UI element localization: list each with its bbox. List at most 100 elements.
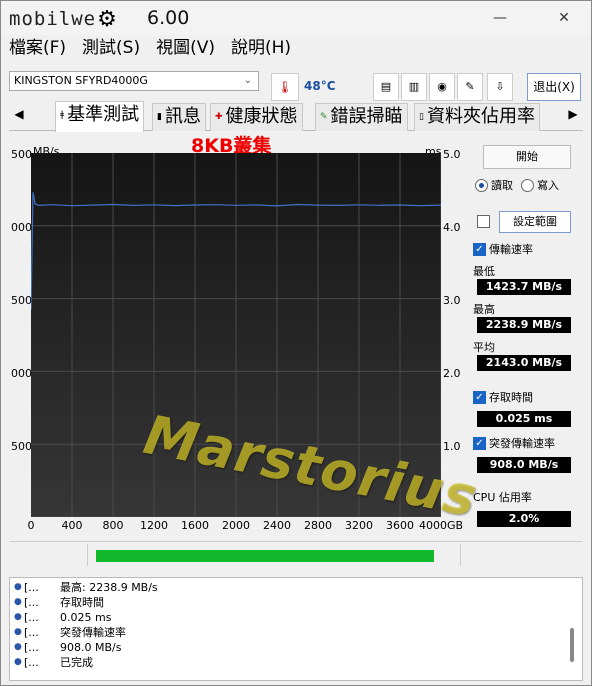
min-label: 最低 [473,265,495,278]
avg-label: 平均 [473,341,495,354]
tab-strip: ◀ ǂ 基準測試 ▮ 訊息 ✚ 健康狀態 ✎ 錯誤掃瞄 ▯ 資料夾佔用率 ▶ [9,101,583,132]
scan-icon: ✎ [320,112,328,122]
menu-file[interactable]: 檔案(F) [9,35,66,61]
y-left-tick-2: 500 [11,294,32,307]
chevron-down-icon: ⌄ [243,75,252,86]
burst-rate-label: 突發傳輸速率 [489,437,555,450]
range-checkbox[interactable] [477,215,490,228]
log-text: 0.025 ms [60,611,112,624]
write-radio[interactable] [521,178,534,192]
tab-error-scan[interactable]: ✎ 錯誤掃瞄 [315,103,408,131]
tab-scroll-left-icon[interactable]: ◀ [11,107,27,121]
log-timestamp: [... [24,581,39,594]
progress-area [9,541,583,567]
burst-rate-option[interactable]: ✓ 突發傳輸速率 [473,435,555,451]
y-left-tick-3: 000 [11,367,32,380]
checkmark-icon: ✓ [473,242,486,256]
log-timestamp: [... [24,611,39,624]
y-right-tick-0: 5.0 [443,148,461,161]
y-left-tick-0: 500 [11,148,32,161]
download-icon[interactable]: ⇩ [487,73,513,101]
thermometer-icon: 🌡 [271,73,299,101]
bullet-icon: ● [14,642,22,652]
tab-health[interactable]: ✚ 健康狀態 [210,103,303,131]
burst-rate-value: 908.0 MB/s [477,457,571,473]
transfer-rate-option[interactable]: ✓ 傳輸速率 [473,241,533,257]
folder-icon: ▯ [419,112,424,122]
read-write-options: 讀取 寫入 [475,177,559,193]
cpu-usage-label: CPU 佔用率 [473,491,532,504]
save-icon[interactable]: ✎ [457,73,483,101]
menu-bar: 檔案(F) 測試(S) 視圖(V) 說明(H) [1,35,591,61]
x-tick-label: 800 [102,519,124,532]
log-text: 已完成 [60,656,93,669]
y-left-tick-4: 500 [11,440,32,453]
x-tick-label: 1600 [181,519,209,532]
progress-track [87,544,461,566]
max-label: 最高 [473,303,495,316]
log-timestamp: [... [24,626,39,639]
log-text: 最高: 2238.9 MB/s [60,581,158,594]
tab-info[interactable]: ▮ 訊息 [152,103,206,131]
health-icon: ✚ [215,112,223,122]
progress-bar [96,550,435,562]
exit-button[interactable]: 退出(X) [527,73,581,101]
start-button[interactable]: 開始 [483,145,571,169]
tab-scroll-right-icon[interactable]: ▶ [565,107,581,121]
tab-folder-usage[interactable]: ▯ 資料夾佔用率 [414,103,540,131]
x-tick-label: 2400 [263,519,291,532]
log-text: 存取時間 [60,596,104,609]
menu-help[interactable]: 說明(H) [231,35,291,61]
copy-text-icon[interactable]: ▤ [373,73,399,101]
copy-info-icon[interactable]: ▥ [401,73,427,101]
menu-test[interactable]: 測試(S) [82,35,140,61]
drive-select-value: KINGSTON SFYRD4000G [14,74,148,87]
log-row: ● [... 908.0 MB/s [14,640,121,655]
benchmark-icon: ǂ [60,110,65,120]
log-row: ● [... 最高: 2238.9 MB/s [14,580,158,595]
window-title: 6.00 [147,7,190,29]
temperature-value: 48°C [304,79,336,93]
log-row: ● [... 存取時間 [14,595,104,610]
log-list[interactable]: ● [... 最高: 2238.9 MB/s ● [... 存取時間 ● [... 0.025 … [9,577,583,681]
x-tick-label: 0 [27,519,35,532]
app-logo: mobilwe ⚙ [9,6,117,32]
log-row: ● [... 突發傳輸速率 [14,625,126,640]
read-radio[interactable] [475,178,488,192]
title-bar: mobilwe ⚙ 6.00 — ✕ [1,1,591,35]
x-tick-label: 2800 [304,519,332,532]
menu-view[interactable]: 視圖(V) [156,35,215,61]
bullet-icon: ● [14,612,22,622]
tab-benchmark[interactable]: ǂ 基準測試 [55,101,145,132]
checkmark-icon: ✓ [473,436,486,450]
x-tick-label: 1200 [140,519,168,532]
x-tick-label: 2000 [222,519,250,532]
log-scrollbar[interactable] [570,628,574,662]
app-window: mobilwe ⚙ 6.00 — ✕ 檔案(F) 測試(S) 視圖(V) 說明(… [0,0,592,686]
write-label: 寫入 [537,179,559,192]
close-button[interactable]: ✕ [541,5,587,31]
max-value: 2238.9 MB/s [477,317,571,333]
access-time-option[interactable]: ✓ 存取時間 [473,389,533,405]
x-tick-label: 3200 [345,519,373,532]
log-row: ● [... 已完成 [14,655,93,670]
y-left-tick-1: 000 [11,221,32,234]
read-label: 讀取 [491,179,513,192]
access-time-value: 0.025 ms [477,411,571,427]
bullet-icon: ● [14,627,22,637]
avg-value: 2143.0 MB/s [477,355,571,371]
logo-text: mobilwe [9,8,97,30]
min-value: 1423.7 MB/s [477,279,571,295]
maximize-button[interactable] [485,5,531,31]
bullet-icon: ● [14,597,22,607]
cpu-usage-value: 2.0% [477,511,571,527]
camera-icon[interactable]: ◉ [429,73,455,101]
drive-select[interactable]: KINGSTON SFYRD4000G ⌄ [9,71,259,91]
bullet-icon: ● [14,582,22,592]
gear-icon: ⚙ [97,6,117,32]
log-text: 908.0 MB/s [60,641,122,654]
set-range-button[interactable]: 設定範圍 [499,211,571,233]
y-right-tick-1: 4.0 [443,221,461,234]
log-row: ● [... 0.025 ms [14,610,111,625]
log-timestamp: [... [24,656,39,669]
